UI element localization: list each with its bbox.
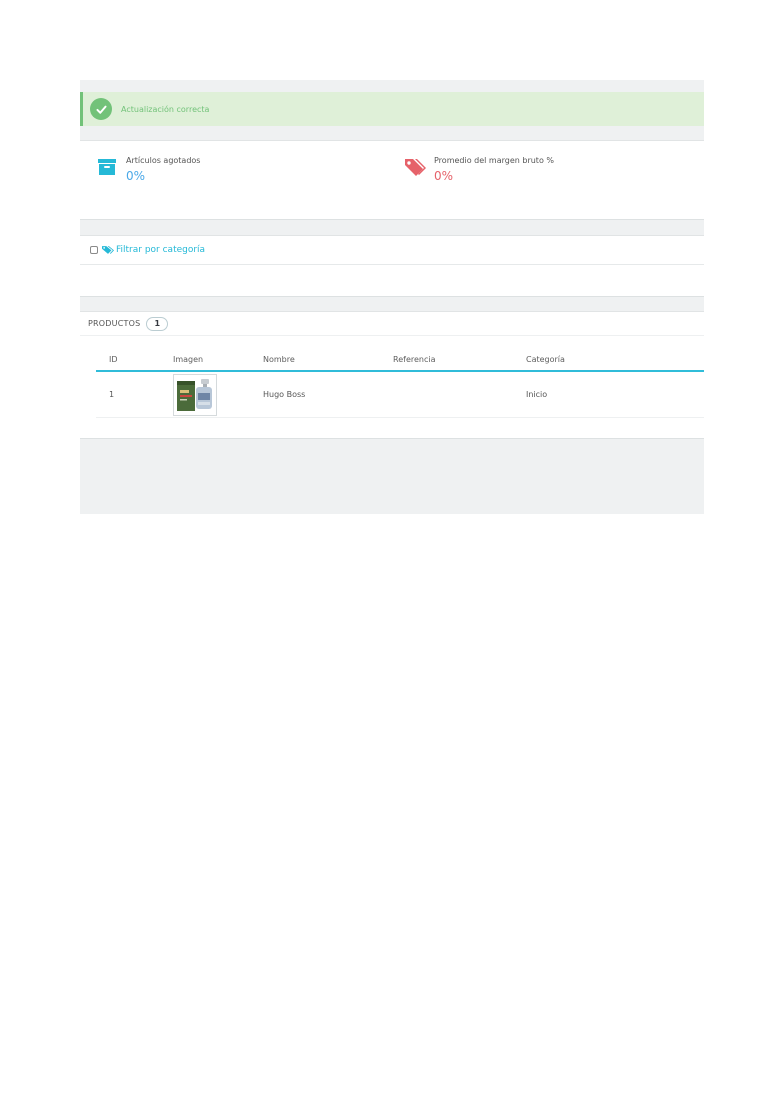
filter-by-category-link[interactable]: Filtrar por categoría bbox=[116, 245, 205, 255]
cell-image bbox=[166, 373, 250, 416]
column-header-image: Imagen bbox=[173, 354, 204, 364]
kpi-gross-margin[interactable]: Promedio del margen bruto % 0% bbox=[404, 155, 554, 184]
tags-icon bbox=[102, 246, 114, 254]
kpi-value: 0% bbox=[126, 169, 146, 183]
cell-id: 1 bbox=[109, 390, 115, 399]
column-header-name[interactable]: Nombre bbox=[250, 355, 380, 364]
products-panel: PRODUCTOS 1 ID Imagen Nombre Referencia … bbox=[80, 311, 704, 439]
products-table: ID Imagen Nombre Referencia Categoría 1 bbox=[96, 348, 704, 418]
category-filter-panel: Filtrar por categoría bbox=[80, 235, 704, 297]
products-title: PRODUCTOS bbox=[88, 319, 141, 328]
tags-icon bbox=[405, 159, 426, 176]
table-row[interactable]: 1 Hugo Boss Inicio bbox=[96, 372, 704, 418]
cell-name: Hugo Boss bbox=[263, 390, 306, 399]
check-circle-icon bbox=[90, 98, 112, 120]
products-count-badge: 1 bbox=[146, 316, 169, 331]
product-thumbnail[interactable] bbox=[173, 373, 217, 416]
table-header: ID Imagen Nombre Referencia Categoría bbox=[96, 348, 704, 372]
archive-box-icon bbox=[98, 159, 116, 175]
admin-content-area: Actualización correcta Artículos agotado… bbox=[80, 80, 704, 514]
perfume-bottle-icon bbox=[177, 378, 212, 411]
kpi-label: Promedio del margen bruto % bbox=[434, 156, 554, 165]
column-header-category[interactable]: Categoría bbox=[513, 355, 704, 364]
alert-message: Actualización correcta bbox=[121, 104, 210, 114]
filter-category-checkbox[interactable] bbox=[90, 246, 98, 254]
kpi-out-of-stock[interactable]: Artículos agotados 0% bbox=[96, 155, 200, 184]
kpi-value: 0% bbox=[434, 169, 454, 183]
kpi-panel: Artículos agotados 0% Promedio del marge… bbox=[80, 140, 704, 220]
kpi-label: Artículos agotados bbox=[126, 156, 201, 165]
products-panel-header: PRODUCTOS 1 bbox=[80, 312, 704, 336]
success-alert: Actualización correcta bbox=[80, 92, 704, 126]
column-header-id[interactable]: ID bbox=[96, 355, 166, 364]
column-header-reference[interactable]: Referencia bbox=[380, 355, 513, 364]
cell-category: Inicio bbox=[526, 390, 548, 399]
category-filter-row: Filtrar por categoría bbox=[80, 236, 704, 265]
